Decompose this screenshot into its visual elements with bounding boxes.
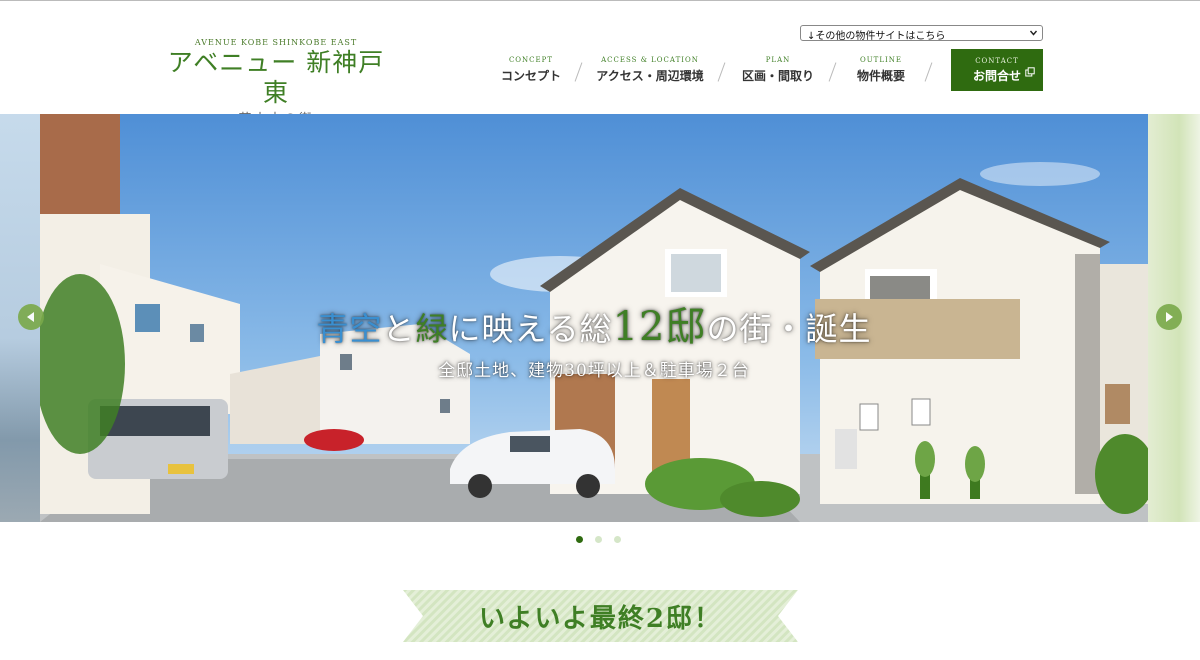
caption-blue-word: 青空 (316, 310, 383, 348)
external-link-icon (1025, 67, 1035, 77)
logo-name: アベニュー 新神戸東 (167, 48, 385, 107)
chevron-down-icon (1029, 30, 1038, 36)
slider-dot-2[interactable] (595, 536, 602, 543)
contact-en: CONTACT (975, 57, 1019, 65)
caption-text: と (382, 310, 416, 348)
nav-item-access[interactable]: ACCESS & LOCATION アクセス・周辺環境 (596, 56, 704, 84)
nav-separator (828, 62, 837, 82)
caption-text: に映える総 (448, 310, 613, 348)
contact-button[interactable]: CONTACT お問合せ (951, 49, 1043, 91)
hero-slider: 青空と緑に映える総12邸の街・誕生 全邸土地、建物30坪以上＆駐車場２台 (0, 114, 1200, 522)
nav-concept-ja: コンセプト (500, 69, 561, 83)
caption-count: 12邸 (612, 304, 707, 350)
nav-outline-en: OUTLINE (860, 56, 902, 64)
nav-plan-ja: 区画・間取り (742, 69, 815, 83)
top-border (0, 0, 1200, 1)
nav-plan-en: PLAN (765, 56, 791, 64)
caption-green-word: 緑 (415, 310, 449, 348)
nav-concept-en: CONCEPT (508, 56, 554, 64)
hero-caption: 青空と緑に映える総12邸の街・誕生 全邸土地、建物30坪以上＆駐車場２台 (40, 294, 1148, 381)
nav-outline-ja: 物件概要 (856, 69, 905, 83)
hero-slide-image: 青空と緑に映える総12邸の街・誕生 全邸土地、建物30坪以上＆駐車場２台 (40, 114, 1148, 522)
nav-item-plan[interactable]: PLAN 区画・間取り (742, 56, 814, 84)
nav-separator (574, 62, 583, 82)
nav-item-outline[interactable]: OUTLINE 物件概要 (850, 56, 912, 84)
nav-separator (717, 62, 726, 82)
nav-access-ja: アクセス・周辺環境 (596, 69, 704, 83)
other-sites-select-value: ↓その他の物件サイトはこちら (807, 31, 946, 42)
slider-next-button[interactable] (1156, 304, 1182, 330)
nav-separator (924, 62, 933, 82)
slider-dot-1[interactable] (576, 536, 583, 543)
arrow-right-icon (1166, 312, 1173, 322)
headline-ribbon: いよいよ最終2邸！ (403, 590, 798, 642)
hero-caption-title: 青空と緑に映える総12邸の街・誕生 (40, 294, 1148, 352)
headline-text: いよいよ最終2邸！ (478, 604, 723, 634)
logo-subtitle: AVENUE KOBE SHINKOBE EAST (194, 38, 358, 47)
arrow-left-icon (27, 312, 34, 322)
caption-text: の街・誕生 (706, 310, 872, 348)
nav-item-concept[interactable]: CONCEPT コンセプト (500, 56, 562, 84)
hero-caption-subtitle: 全邸土地、建物30坪以上＆駐車場２台 (438, 361, 750, 381)
other-sites-select[interactable]: ↓その他の物件サイトはこちら (800, 25, 1043, 42)
nav-access-en: ACCESS & LOCATION (601, 56, 699, 64)
slider-dot-3[interactable] (614, 536, 621, 543)
slider-prev-button[interactable] (18, 304, 44, 330)
